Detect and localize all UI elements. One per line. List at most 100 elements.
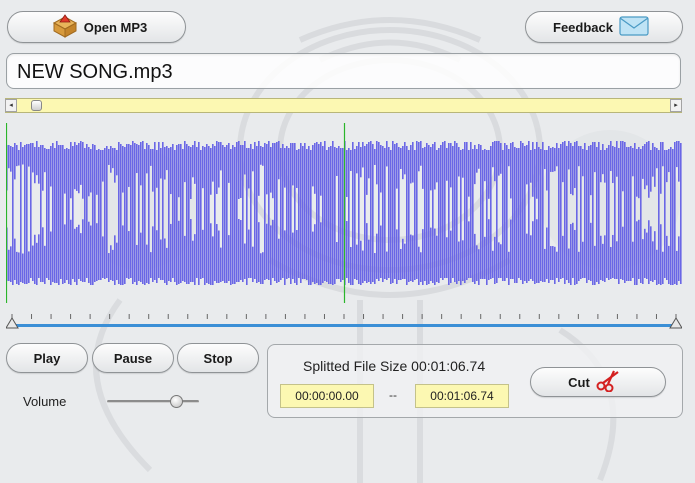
play-button[interactable]: Play xyxy=(6,343,88,373)
waveform-bar xyxy=(444,141,446,278)
waveform-bar xyxy=(434,142,436,190)
feedback-label: Feedback xyxy=(553,19,613,35)
waveform-bar xyxy=(172,144,174,278)
waveform-bar xyxy=(462,240,464,281)
waveform-bar xyxy=(362,250,364,283)
start-time-field[interactable]: 00:00:00.00 xyxy=(280,384,374,408)
waveform-bar xyxy=(586,150,588,283)
waveform-bar xyxy=(94,145,96,282)
waveform-bar xyxy=(38,234,40,278)
waveform-bar xyxy=(622,141,624,192)
waveform-bar xyxy=(638,219,640,279)
volume-slider[interactable] xyxy=(107,393,199,411)
volume-knob[interactable] xyxy=(170,395,183,408)
scroll-right-button[interactable]: ▸ xyxy=(670,99,682,112)
waveform-bar xyxy=(182,149,184,281)
waveform-bar xyxy=(666,150,668,183)
waveform-bar xyxy=(394,144,396,279)
waveform-bar xyxy=(530,150,532,183)
waveform-bar xyxy=(102,236,104,278)
waveform-bar xyxy=(122,225,124,285)
waveform-bar xyxy=(618,148,620,284)
waveform-bar xyxy=(192,240,194,282)
waveform-bar xyxy=(422,148,424,189)
waveform-bar xyxy=(82,219,84,282)
waveform-bar xyxy=(8,145,10,169)
waveform-bar xyxy=(248,229,250,278)
scroll-thumb[interactable] xyxy=(30,100,42,111)
waveform-bar xyxy=(590,222,592,281)
waveform-bar xyxy=(466,142,468,280)
waveform-bar xyxy=(10,146,12,172)
waveform-bar xyxy=(296,230,298,285)
filename-field: NEW SONG.mp3 xyxy=(6,53,681,89)
waveform-bar xyxy=(638,147,640,199)
waveform-bar xyxy=(322,146,324,283)
waveform-bar xyxy=(530,235,532,279)
waveform-bar xyxy=(392,141,394,283)
waveform-bar xyxy=(138,145,140,281)
waveform-bar xyxy=(410,145,412,184)
waveform-bar xyxy=(202,146,204,189)
selection-start-handle[interactable] xyxy=(6,317,19,329)
waveform-bar xyxy=(194,234,196,285)
waveform-scrollbar[interactable]: ◂ ▸ xyxy=(5,98,682,113)
stop-button[interactable]: Stop xyxy=(177,343,259,373)
waveform-bar xyxy=(128,231,130,279)
pause-button[interactable]: Pause xyxy=(92,343,174,373)
waveform-bar xyxy=(616,241,618,279)
waveform-bar xyxy=(116,242,118,280)
waveform-bar xyxy=(310,150,312,285)
waveform-bar xyxy=(608,145,610,280)
waveform-bar xyxy=(248,148,250,189)
waveform-bar xyxy=(600,235,602,280)
waveform-bar xyxy=(570,224,572,285)
end-time-field[interactable]: 00:01:06.74 xyxy=(415,384,509,408)
selection-timeline[interactable] xyxy=(6,305,682,335)
waveform-display[interactable] xyxy=(6,123,682,303)
waveform-bar xyxy=(524,146,526,281)
waveform-bar xyxy=(436,235,438,282)
waveform-bar xyxy=(646,142,648,186)
waveform-bar xyxy=(410,234,412,281)
waveform-bar xyxy=(664,150,666,278)
waveform-bar xyxy=(236,142,238,282)
waveform-bar xyxy=(200,150,202,279)
waveform-bar xyxy=(184,141,186,183)
waveform-bar xyxy=(216,141,218,194)
selection-end-handle[interactable] xyxy=(669,317,682,329)
waveform-bar xyxy=(208,146,210,284)
waveform-bar xyxy=(554,148,556,172)
waveform-bar xyxy=(46,149,48,278)
waveform-bar xyxy=(286,146,288,279)
scroll-left-button[interactable]: ◂ xyxy=(5,99,17,112)
waveform-bar xyxy=(376,233,378,279)
waveform-bar xyxy=(60,145,62,279)
waveform-bar xyxy=(436,150,438,183)
waveform-bar xyxy=(92,144,94,285)
waveform-bar xyxy=(28,144,30,167)
volume-track xyxy=(107,400,199,403)
waveform-bar xyxy=(240,145,242,198)
waveform-bar xyxy=(262,252,264,284)
waveform-bar xyxy=(674,142,676,284)
waveform-bar xyxy=(68,149,70,284)
waveform-bar xyxy=(632,241,634,278)
waveform-bar xyxy=(66,148,68,280)
waveform-bar xyxy=(152,226,154,282)
waveform-bar xyxy=(478,144,480,169)
waveform-bar xyxy=(672,149,674,285)
waveform-bar xyxy=(24,145,26,284)
waveform-bar xyxy=(484,149,486,182)
feedback-button[interactable]: Feedback xyxy=(525,11,683,43)
waveform-bar xyxy=(48,149,50,280)
waveform-bar xyxy=(86,144,88,278)
waveform-bar xyxy=(34,234,36,284)
waveform-bar xyxy=(76,145,78,191)
open-mp3-button[interactable]: Open MP3 xyxy=(7,11,186,43)
cut-button[interactable]: Cut xyxy=(530,367,666,397)
waveform-bar xyxy=(70,142,72,199)
waveform-bar xyxy=(440,145,442,278)
waveform-bar xyxy=(590,145,592,196)
waveform-bar xyxy=(402,238,404,279)
